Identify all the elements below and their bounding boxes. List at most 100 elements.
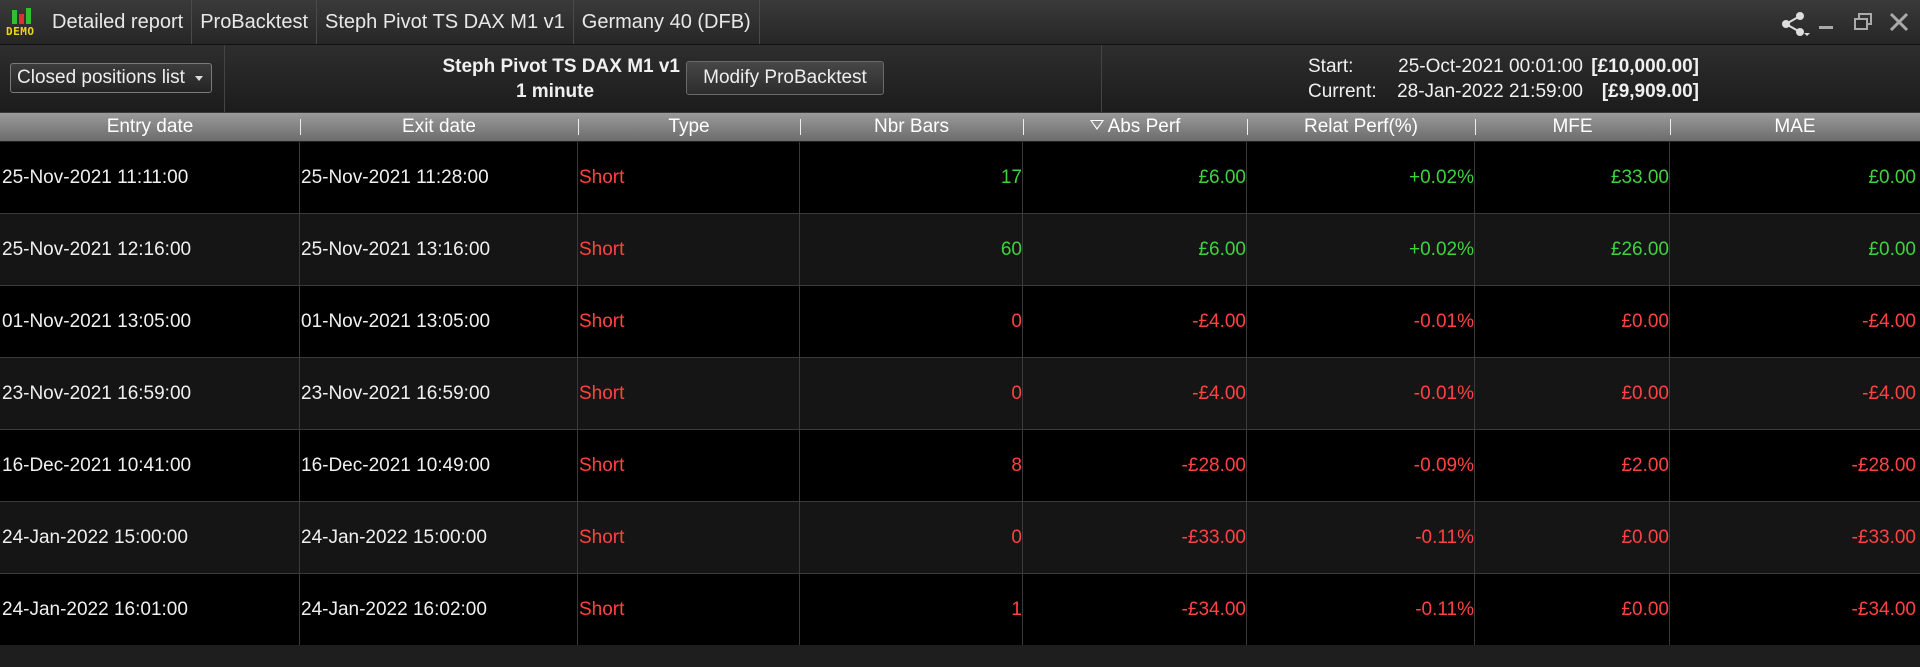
modify-probacktest-button[interactable]: Modify ProBacktest <box>686 61 884 95</box>
cell-nbr-bars: 0 <box>1011 311 1022 332</box>
cell-entry-date: 23-Nov-2021 16:59:00 <box>2 383 192 404</box>
cell-mfe: £0.00 <box>1621 383 1669 404</box>
table-row[interactable]: 16-Dec-2021 10:41:00 16-Dec-2021 10:49:00… <box>0 430 1920 502</box>
cell-mae: -£4.00 <box>1862 311 1916 332</box>
column-divider <box>1246 142 1247 213</box>
demo-logo-text: DEMO <box>6 25 35 38</box>
column-divider <box>1474 142 1475 213</box>
cell-relat-perf: +0.02% <box>1409 239 1474 260</box>
start-label: Start: <box>1308 56 1354 77</box>
table-row[interactable]: 24-Jan-2022 16:01:00 24-Jan-2022 16:02:00… <box>0 574 1920 646</box>
strategy-timeframe: 1 minute <box>515 81 595 102</box>
table-row[interactable]: 25-Nov-2021 12:16:00 25-Nov-2021 13:16:00… <box>0 214 1920 286</box>
column-header-nbr-bars[interactable]: Nbr Bars <box>800 113 1023 141</box>
cell-relat-perf: -0.09% <box>1413 455 1474 476</box>
column-divider <box>577 502 578 573</box>
column-header-exit-date[interactable]: Exit date <box>300 113 578 141</box>
share-icon[interactable] <box>1780 11 1810 36</box>
column-divider <box>1022 430 1023 501</box>
cell-type: Short <box>579 455 625 476</box>
header-divider <box>1101 45 1102 112</box>
cell-mfe: £0.00 <box>1621 311 1669 332</box>
cell-type: Short <box>579 311 625 332</box>
view-select[interactable]: Closed positions list <box>10 63 212 93</box>
cell-relat-perf: -0.11% <box>1415 599 1474 620</box>
chevron-down-icon <box>194 76 203 81</box>
column-divider <box>799 502 800 573</box>
cell-exit-date: 24-Jan-2022 15:00:00 <box>301 527 487 548</box>
demo-logo: DEMO <box>0 0 44 44</box>
cell-mfe: £2.00 <box>1621 455 1669 476</box>
cell-abs-perf: -£33.00 <box>1181 527 1246 548</box>
table-row[interactable]: 24-Jan-2022 15:00:00 24-Jan-2022 15:00:00… <box>0 502 1920 574</box>
start-capital: [£10,000.00] <box>1591 56 1699 77</box>
cell-type: Short <box>579 599 625 620</box>
restore-icon[interactable] <box>1852 11 1874 33</box>
column-divider <box>1669 574 1670 645</box>
column-header-mfe[interactable]: MFE <box>1475 113 1670 141</box>
column-divider <box>299 286 300 357</box>
column-divider <box>1246 430 1247 501</box>
cell-mae: -£4.00 <box>1862 383 1916 404</box>
column-divider <box>1669 142 1670 213</box>
title-strategy: Steph Pivot TS DAX M1 v1 <box>317 0 574 44</box>
column-divider <box>577 358 578 429</box>
column-divider <box>1669 214 1670 285</box>
cell-relat-perf: +0.02% <box>1409 167 1474 188</box>
capital-dates: 25-Oct-2021 00:01:00 28-Jan-2022 21:59:0… <box>1383 54 1583 104</box>
column-divider <box>299 502 300 573</box>
cell-abs-perf: -£4.00 <box>1192 311 1246 332</box>
column-divider <box>299 214 300 285</box>
cell-mfe: £33.00 <box>1610 167 1669 188</box>
cell-relat-perf: -0.11% <box>1415 527 1474 548</box>
column-header-entry-date[interactable]: Entry date <box>0 113 300 141</box>
cell-entry-date: 25-Nov-2021 12:16:00 <box>2 239 192 260</box>
column-divider <box>299 430 300 501</box>
column-divider <box>1022 358 1023 429</box>
cell-mfe: £0.00 <box>1621 599 1669 620</box>
cell-entry-date: 01-Nov-2021 13:05:00 <box>2 311 192 332</box>
cell-abs-perf: £6.00 <box>1198 239 1246 260</box>
cell-type: Short <box>579 167 625 188</box>
view-select-label: Closed positions list <box>17 67 185 88</box>
table-row[interactable]: 25-Nov-2021 11:11:00 25-Nov-2021 11:28:00… <box>0 142 1920 214</box>
column-divider <box>299 574 300 645</box>
column-divider <box>1022 574 1023 645</box>
column-header-type[interactable]: Type <box>578 113 800 141</box>
column-divider <box>1669 286 1670 357</box>
cell-nbr-bars: 60 <box>1000 239 1022 260</box>
cell-mae: £0.00 <box>1868 167 1916 188</box>
title-detailed-report: Detailed report <box>44 0 193 44</box>
column-divider <box>1474 430 1475 501</box>
capital-values: [£10,000.00] [£9,909.00] <box>1583 54 1699 104</box>
column-divider <box>1246 358 1247 429</box>
column-divider <box>1246 502 1247 573</box>
close-icon[interactable] <box>1888 11 1910 33</box>
cell-exit-date: 25-Nov-2021 11:28:00 <box>301 167 489 188</box>
cell-type: Short <box>579 383 625 404</box>
cell-entry-date: 24-Jan-2022 15:00:00 <box>2 527 188 548</box>
cell-nbr-bars: 8 <box>1011 455 1022 476</box>
title-bar: DEMO Detailed report ProBacktest Steph P… <box>0 0 1920 45</box>
column-divider <box>799 574 800 645</box>
minimize-icon[interactable] <box>1816 11 1838 33</box>
cell-exit-date: 23-Nov-2021 16:59:00 <box>301 383 491 404</box>
column-header-abs-perf[interactable]: Abs Perf <box>1023 113 1247 141</box>
column-divider <box>1246 286 1247 357</box>
column-divider <box>577 142 578 213</box>
column-divider <box>577 286 578 357</box>
column-header-relat-perf[interactable]: Relat Perf(%) <box>1247 113 1475 141</box>
table-header: Entry date Exit date Type Nbr Bars Abs P… <box>0 113 1920 142</box>
cell-mae: -£28.00 <box>1851 455 1916 476</box>
table-row[interactable]: 01-Nov-2021 13:05:00 01-Nov-2021 13:05:00… <box>0 286 1920 358</box>
strategy-name: Steph Pivot TS DAX M1 v1 <box>442 56 680 77</box>
column-divider <box>1474 214 1475 285</box>
title-probacktest: ProBacktest <box>192 0 318 44</box>
cell-abs-perf: £6.00 <box>1198 167 1246 188</box>
column-divider <box>1022 142 1023 213</box>
cell-abs-perf: -£4.00 <box>1192 383 1246 404</box>
column-divider <box>799 214 800 285</box>
column-header-mae[interactable]: MAE <box>1670 113 1920 141</box>
column-divider <box>799 142 800 213</box>
table-row[interactable]: 23-Nov-2021 16:59:00 23-Nov-2021 16:59:00… <box>0 358 1920 430</box>
